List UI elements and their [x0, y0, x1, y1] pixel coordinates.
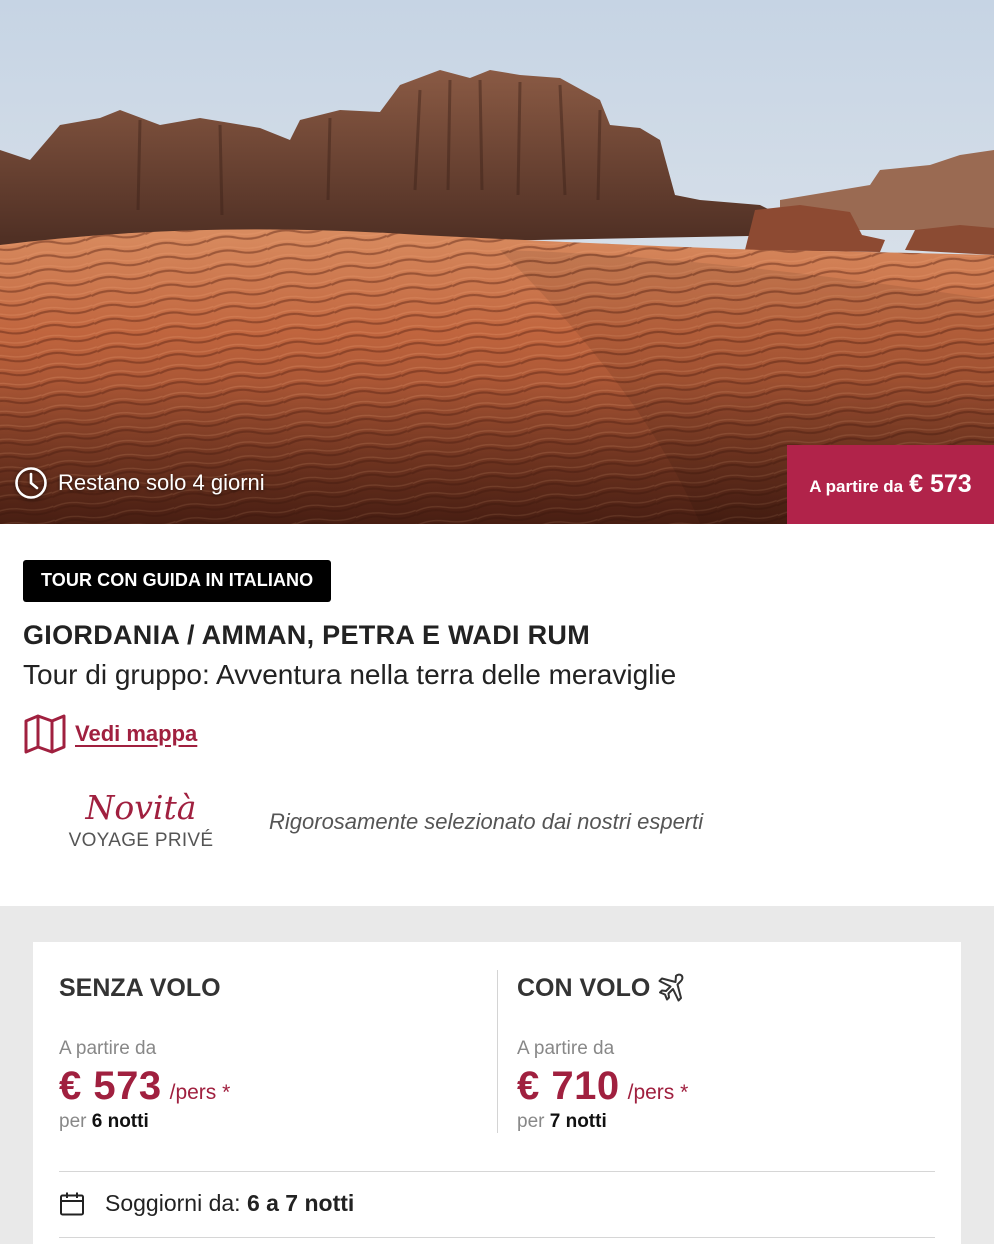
map-icon	[24, 714, 66, 754]
option-price-line: € 710 /pers *	[517, 1064, 935, 1109]
novita-title: Novità	[85, 788, 197, 827]
countdown: Restano solo 4 giorni	[14, 466, 265, 500]
divider	[59, 1237, 935, 1238]
novita-badge: Novità VOYAGE PRIVÉ	[23, 791, 259, 852]
offer-info: TOUR CON GUIDA IN ITALIANO GIORDANIA / A…	[0, 524, 994, 906]
airplane-icon	[658, 973, 684, 1002]
offers-card: SENZA VOLO A partire da € 573 /pers * pe…	[33, 942, 961, 1244]
option-title: SENZA VOLO	[59, 973, 221, 1002]
option-nights: per 6 notti	[59, 1111, 477, 1133]
price-badge-value: € 573	[909, 470, 972, 498]
novita-description: Rigorosamente selezionato dai nostri esp…	[269, 808, 704, 834]
option-nights-prefix: per	[517, 1111, 545, 1132]
option-price: € 710	[517, 1064, 620, 1108]
option-with-flight[interactable]: CON VOLO A partire da € 710 /pers * per …	[498, 970, 935, 1133]
option-per-person: /pers *	[169, 1081, 231, 1104]
clock-icon	[15, 467, 47, 499]
offer-options: SENZA VOLO A partire da € 573 /pers * pe…	[59, 970, 935, 1133]
novita-row: Novità VOYAGE PRIVÉ Rigorosamente selezi…	[23, 791, 971, 852]
option-without-flight[interactable]: SENZA VOLO A partire da € 573 /pers * pe…	[59, 970, 498, 1133]
price-badge: A partire da € 573	[787, 445, 994, 524]
option-nights: per 7 notti	[517, 1111, 935, 1133]
option-from-label: A partire da	[517, 1038, 615, 1059]
price-badge-label: A partire da	[809, 476, 904, 496]
option-title-wrap: CON VOLO	[517, 970, 935, 1006]
stay-duration: Soggiorni da: 6 a 7 notti	[59, 1172, 935, 1217]
calendar-icon	[60, 1192, 84, 1215]
option-nights-prefix: per	[59, 1111, 87, 1132]
offers-section: SENZA VOLO A partire da € 573 /pers * pe…	[0, 906, 994, 1244]
map-link-label[interactable]: Vedi mappa	[75, 721, 197, 747]
option-price: € 573	[59, 1064, 162, 1108]
stay-label: Soggiorni da:	[105, 1190, 241, 1216]
stay-value: 6 a 7 notti	[246, 1190, 355, 1216]
tour-tag: TOUR CON GUIDA IN ITALIANO	[23, 560, 332, 602]
option-nights-value: 7 notti	[549, 1111, 607, 1132]
hero-banner[interactable]: Restano solo 4 giorni A partire da € 573	[0, 0, 994, 524]
offer-subtitle: Tour di gruppo: Avventura nella terra de…	[23, 659, 677, 690]
map-link[interactable]: Vedi mappa	[23, 713, 971, 755]
option-nights-value: 6 notti	[91, 1111, 149, 1132]
offer-title: GIORDANIA / AMMAN, PETRA E WADI RUM	[23, 620, 590, 650]
countdown-text: Restano solo 4 giorni	[58, 470, 265, 495]
option-per-person: /pers *	[627, 1081, 689, 1104]
option-title: CON VOLO	[517, 973, 651, 1002]
option-price-line: € 573 /pers *	[59, 1064, 477, 1109]
novita-brand: VOYAGE PRIVÉ	[68, 830, 214, 851]
option-from-label: A partire da	[59, 1038, 157, 1059]
